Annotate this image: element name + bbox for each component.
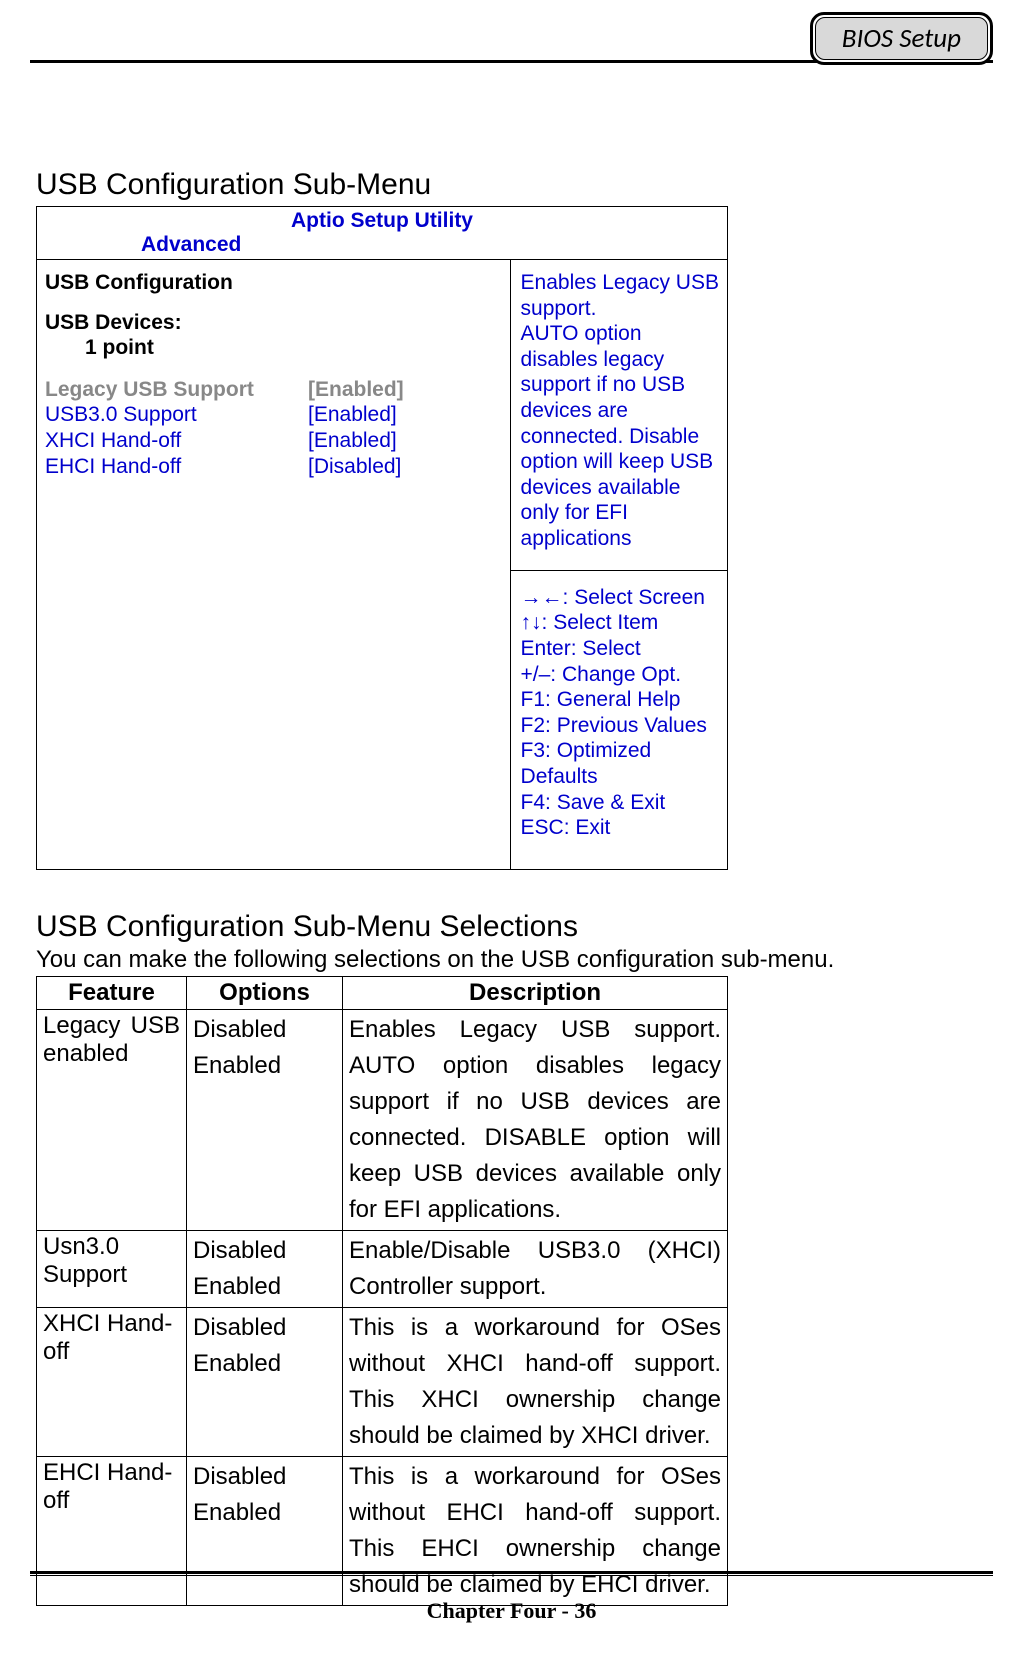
usb-devices-value: 1 point [45,335,502,361]
cell-feature: EHCI Hand-off [37,1456,187,1605]
bios-setting-row: EHCI Hand-off[Disabled] [45,454,502,480]
cell-options: Disabled Enabled [187,1456,343,1605]
bios-setting-value: [Disabled] [308,454,401,480]
table-header-row: Feature Options Description [37,976,728,1009]
header-rule: BIOS Setup [30,60,993,63]
section-title-selections: USB Configuration Sub-Menu Selections [36,910,987,944]
cell-feature: Usn3.0 Support [37,1230,187,1307]
col-options: Options [187,976,343,1009]
bios-panel-header: Aptio Setup Utility Advanced [37,207,727,260]
bios-setting-value: [Enabled] [308,428,397,454]
bios-setting-row: XHCI Hand-off[Enabled] [45,428,502,454]
bios-setting-value: [Enabled] [308,402,397,428]
bios-setting-label: EHCI Hand-off [45,454,308,480]
table-row: XHCI Hand-offDisabled EnabledThis is a w… [37,1307,728,1456]
cell-options: Disabled Enabled [187,1230,343,1307]
cell-feature: Legacy USBenabled [37,1009,187,1230]
section-title-usb-submenu: USB Configuration Sub-Menu [36,168,987,202]
bios-help-line1: Enables Legacy USB [521,270,719,296]
cell-options: Disabled Enabled [187,1009,343,1230]
bios-nav-help: →←: Select Screen ↑↓: Select Item Enter:… [511,571,727,869]
bios-tab-advanced: Advanced [41,233,723,257]
bios-setting-label: USB3.0 Support [45,402,308,428]
bios-panel-heading: USB Configuration [45,270,502,296]
bios-help-rest: support. AUTO option disables legacy sup… [521,296,719,552]
footer-rule [30,1571,993,1576]
cell-description: Enable/Disable USB3.0 (XHCI) Controller … [343,1230,728,1307]
bios-settings-list: Legacy USB Support[Enabled]USB3.0 Suppor… [45,377,502,479]
bios-setting-row: USB3.0 Support[Enabled] [45,402,502,428]
bios-panel: Aptio Setup Utility Advanced USB Configu… [36,206,728,870]
footer-text: Chapter Four - 36 [0,1598,1023,1624]
bios-utility-title: Aptio Setup Utility [41,209,723,233]
bios-setting-label: Legacy USB Support [45,377,308,403]
page-content: USB Configuration Sub-Menu Aptio Setup U… [30,63,993,1606]
cell-description: This is a workaround for OSes without XH… [343,1307,728,1456]
cell-description: Enables Legacy USB support. AUTO option … [343,1009,728,1230]
header-badge: BIOS Setup [810,12,993,65]
bios-help-pane: Enables Legacy USB support. AUTO option … [511,260,727,869]
bios-setting-value: [Enabled] [308,377,404,403]
table-row: Usn3.0 SupportDisabled EnabledEnable/Dis… [37,1230,728,1307]
table-row: Legacy USBenabledDisabled EnabledEnables… [37,1009,728,1230]
bios-setting-row: Legacy USB Support[Enabled] [45,377,502,403]
bios-settings-pane: USB Configuration USB Devices: 1 point L… [37,260,511,869]
bios-setting-label: XHCI Hand-off [45,428,308,454]
usb-devices-block: USB Devices: 1 point [45,310,502,361]
bios-body: USB Configuration USB Devices: 1 point L… [37,260,727,869]
cell-options: Disabled Enabled [187,1307,343,1456]
usb-devices-label: USB Devices: [45,310,502,336]
bios-help-text: Enables Legacy USB support. AUTO option … [511,260,727,571]
cell-description: This is a workaround for OSes without EH… [343,1456,728,1605]
selections-table: Feature Options Description Legacy USBen… [36,976,728,1606]
header-badge-text: BIOS Setup [815,17,988,60]
col-feature: Feature [37,976,187,1009]
col-description: Description [343,976,728,1009]
table-row: EHCI Hand-offDisabled EnabledThis is a w… [37,1456,728,1605]
cell-feature: XHCI Hand-off [37,1307,187,1456]
selections-intro: You can make the following selections on… [36,946,987,974]
